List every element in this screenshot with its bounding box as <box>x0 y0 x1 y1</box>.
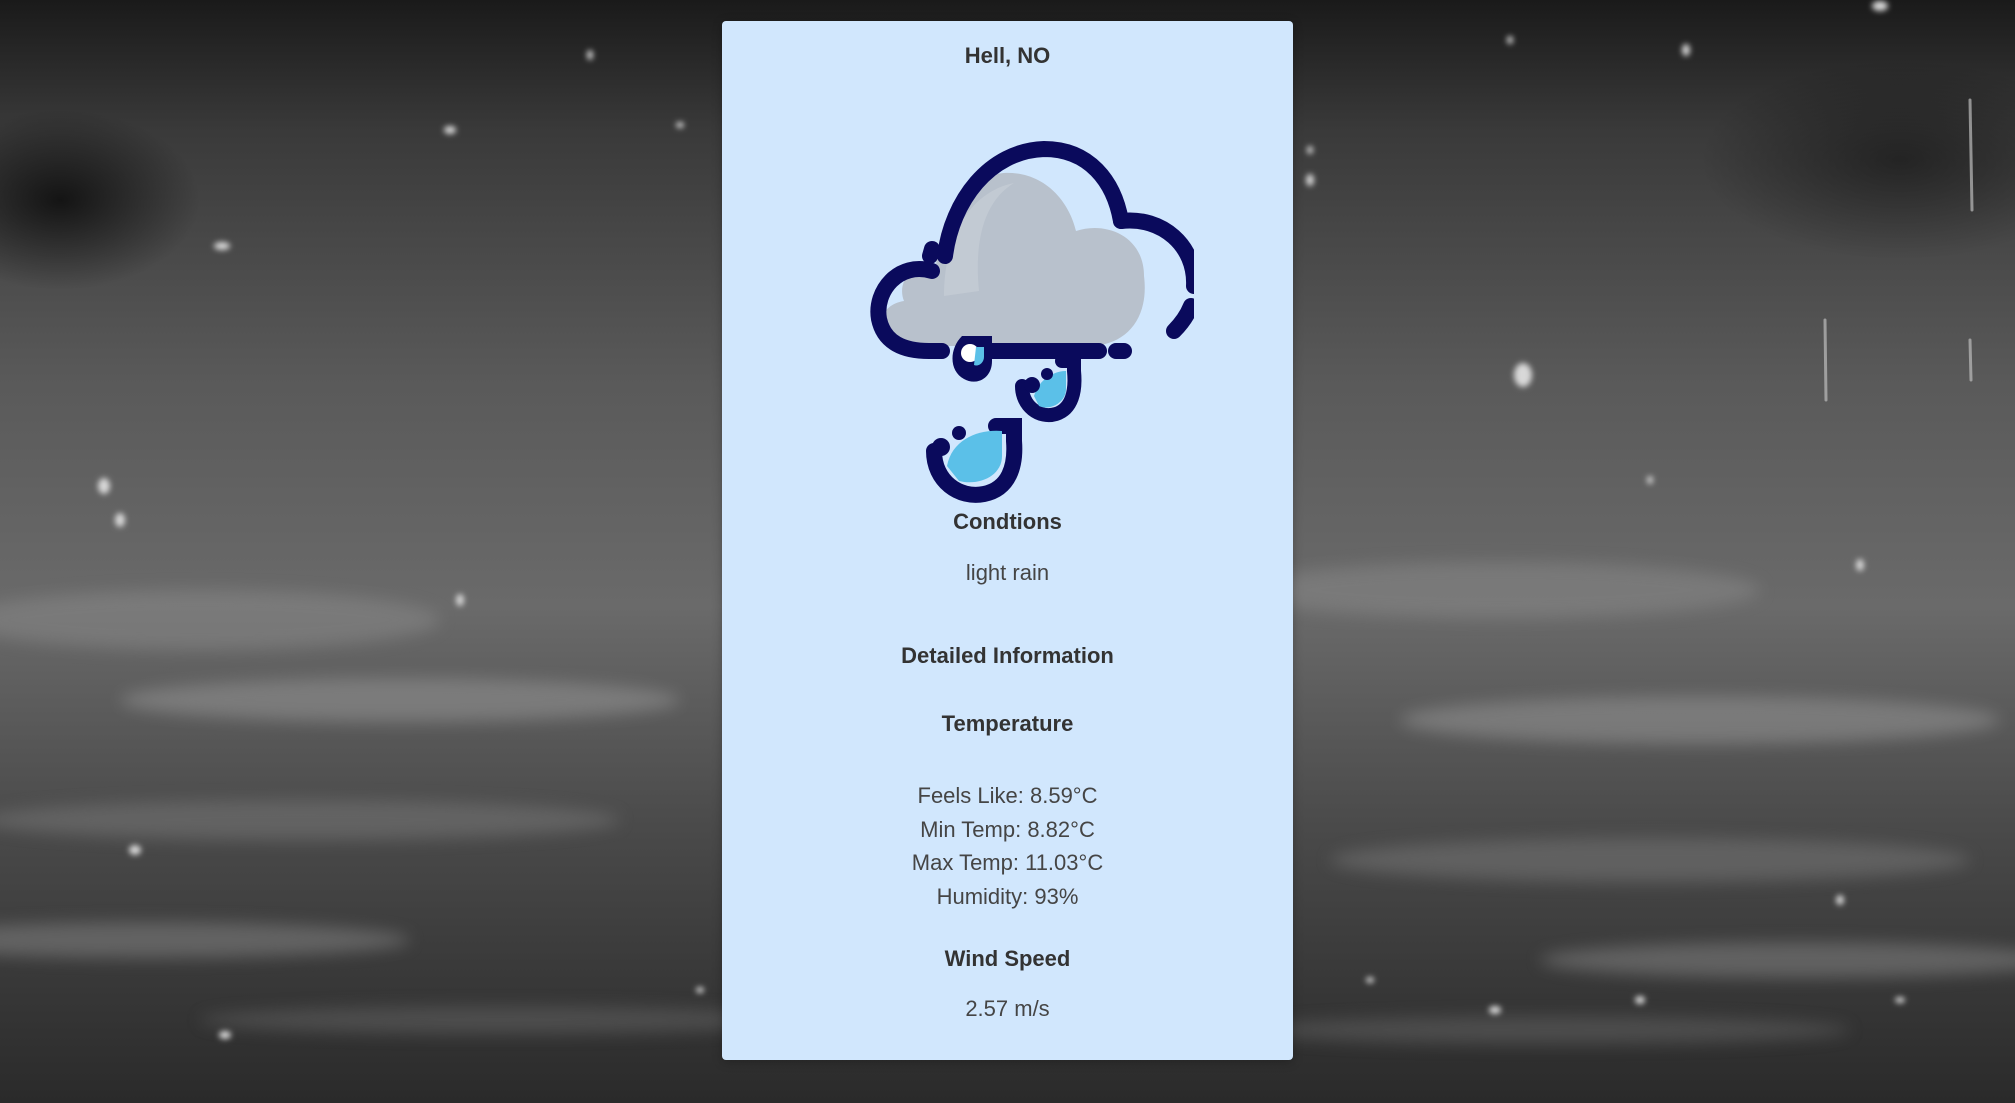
wind-speed-value: 2.57 m/s <box>965 996 1050 1021</box>
wind-speed-heading: Wind Speed <box>944 946 1071 971</box>
location-title: Hell, NO <box>964 43 1051 68</box>
conditions-value: light rain <box>965 560 1050 585</box>
feels-like-value: Feels Like: 8.59°C <box>917 783 1098 808</box>
min-temp-value: Min Temp: 8.82°C <box>920 816 1095 842</box>
max-temp-value: Max Temp: 11.03°C <box>911 850 1104 876</box>
temperature-details-list: Feels Like: 8.59°C Min Temp: 8.82°C Max … <box>722 779 1293 913</box>
weather-card: Hell, NO Condtions light rain Detailed I… <box>722 21 1293 1060</box>
detailed-information-heading: Detailed Information <box>901 643 1114 668</box>
temperature-heading: Temperature <box>941 711 1074 736</box>
conditions-heading: Condtions <box>953 509 1062 534</box>
light-rain-cloud-icon <box>844 121 1203 516</box>
humidity-value: Humidity: 93% <box>936 883 1079 909</box>
